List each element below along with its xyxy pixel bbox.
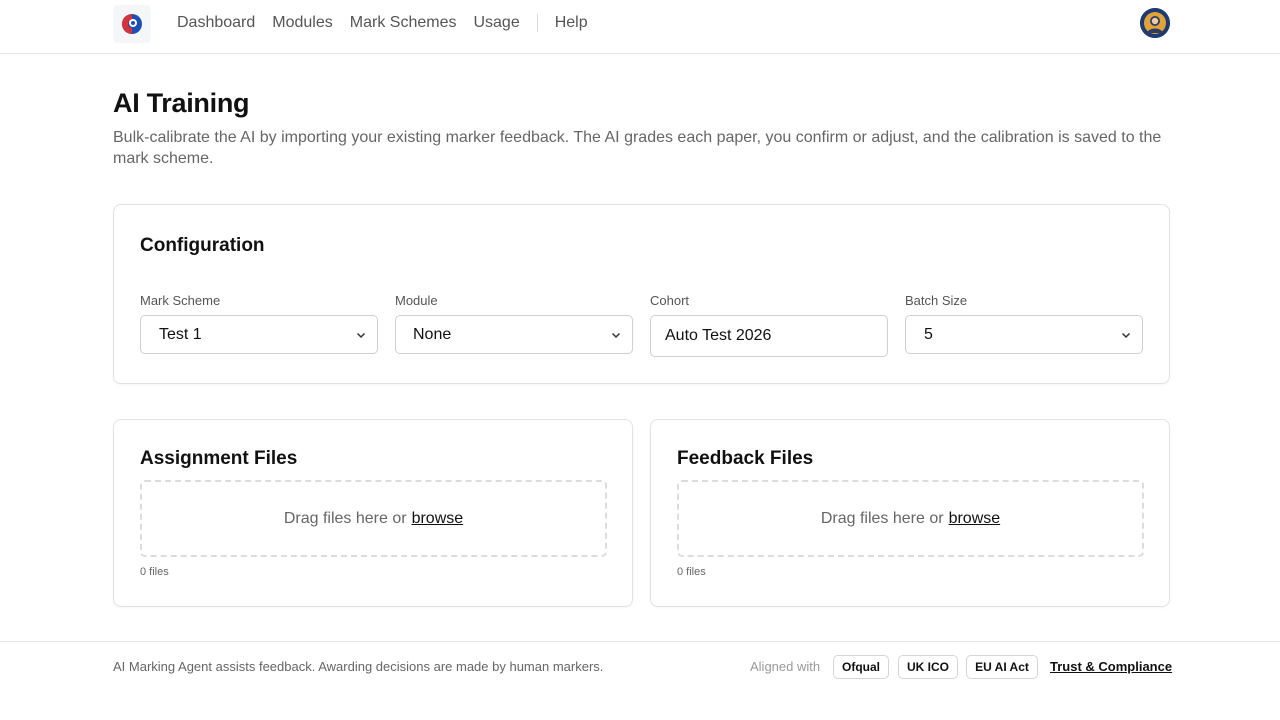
batch-size-label: Batch Size bbox=[905, 293, 968, 308]
trust-compliance-link[interactable]: Trust & Compliance bbox=[1050, 659, 1172, 674]
nav-usage[interactable]: Usage bbox=[473, 14, 519, 32]
batch-size-select[interactable]: 5 bbox=[905, 315, 1143, 354]
configuration-title: Configuration bbox=[140, 235, 265, 256]
nav-dashboard[interactable]: Dashboard bbox=[177, 14, 255, 32]
nav-divider bbox=[536, 14, 538, 32]
dropzone-text: Drag files here or bbox=[820, 509, 944, 527]
assignment-files-card: Assignment Files Drag files here or brow… bbox=[113, 419, 633, 607]
feedback-files-card: Feedback Files Drag files here or browse… bbox=[650, 419, 1170, 607]
assignment-files-title: Assignment Files bbox=[140, 448, 298, 469]
module-field: Module None bbox=[395, 293, 633, 354]
mark-scheme-select[interactable]: Test 1 bbox=[140, 315, 378, 354]
cohort-field: Cohort Auto Test 2026 bbox=[650, 293, 888, 357]
main-nav: Dashboard Modules Mark Schemes Usage Hel… bbox=[177, 0, 605, 46]
app-logo-icon[interactable] bbox=[113, 5, 151, 43]
module-select[interactable]: None bbox=[395, 315, 633, 354]
mark-scheme-label: Mark Scheme bbox=[140, 293, 221, 308]
mark-scheme-field: Mark Scheme Test 1 bbox=[140, 293, 378, 354]
mark-scheme-value: Test 1 bbox=[159, 325, 202, 343]
cohort-label: Cohort bbox=[650, 293, 690, 308]
footer-disclaimer: AI Marking Agent assists feedback. Award… bbox=[113, 659, 604, 674]
module-label: Module bbox=[395, 293, 438, 308]
nav-mark-schemes[interactable]: Mark Schemes bbox=[350, 14, 457, 32]
page-footer: AI Marking Agent assists feedback. Award… bbox=[0, 641, 1280, 720]
badge-uk-ico: UK ICO bbox=[898, 655, 958, 679]
batch-size-field: Batch Size 5 bbox=[905, 293, 1143, 354]
feedback-dropzone[interactable]: Drag files here or browse bbox=[677, 480, 1144, 557]
nav-help[interactable]: Help bbox=[555, 14, 588, 32]
nav-modules[interactable]: Modules bbox=[272, 14, 332, 32]
aligned-with-label: Aligned with bbox=[750, 659, 821, 674]
dropzone-text: Drag files here or bbox=[283, 509, 407, 527]
page-title: AI Training bbox=[113, 88, 250, 118]
badge-ofqual: Ofqual bbox=[833, 655, 889, 679]
top-navigation-bar: Dashboard Modules Mark Schemes Usage Hel… bbox=[0, 0, 1280, 54]
page-description: Bulk-calibrate the AI by importing your … bbox=[113, 129, 1162, 167]
configuration-card: Configuration Mark Scheme Test 1 Module … bbox=[113, 204, 1170, 384]
badge-eu-ai-act: EU AI Act bbox=[966, 655, 1038, 679]
batch-size-value: 5 bbox=[924, 325, 933, 343]
module-value: None bbox=[413, 325, 452, 343]
assignment-browse-link[interactable]: browse bbox=[412, 510, 464, 528]
assignment-file-count: 0 files bbox=[140, 566, 169, 578]
chevron-down-icon bbox=[611, 332, 621, 338]
feedback-browse-link[interactable]: browse bbox=[949, 510, 1001, 528]
user-avatar-icon[interactable] bbox=[1140, 8, 1170, 38]
feedback-files-title: Feedback Files bbox=[677, 448, 814, 469]
chevron-down-icon bbox=[1121, 332, 1131, 338]
assignment-dropzone[interactable]: Drag files here or browse bbox=[140, 480, 607, 557]
cohort-value: Auto Test 2026 bbox=[665, 327, 772, 344]
feedback-file-count: 0 files bbox=[677, 566, 706, 578]
cohort-input[interactable]: Auto Test 2026 bbox=[650, 315, 888, 357]
chevron-down-icon bbox=[356, 332, 366, 338]
